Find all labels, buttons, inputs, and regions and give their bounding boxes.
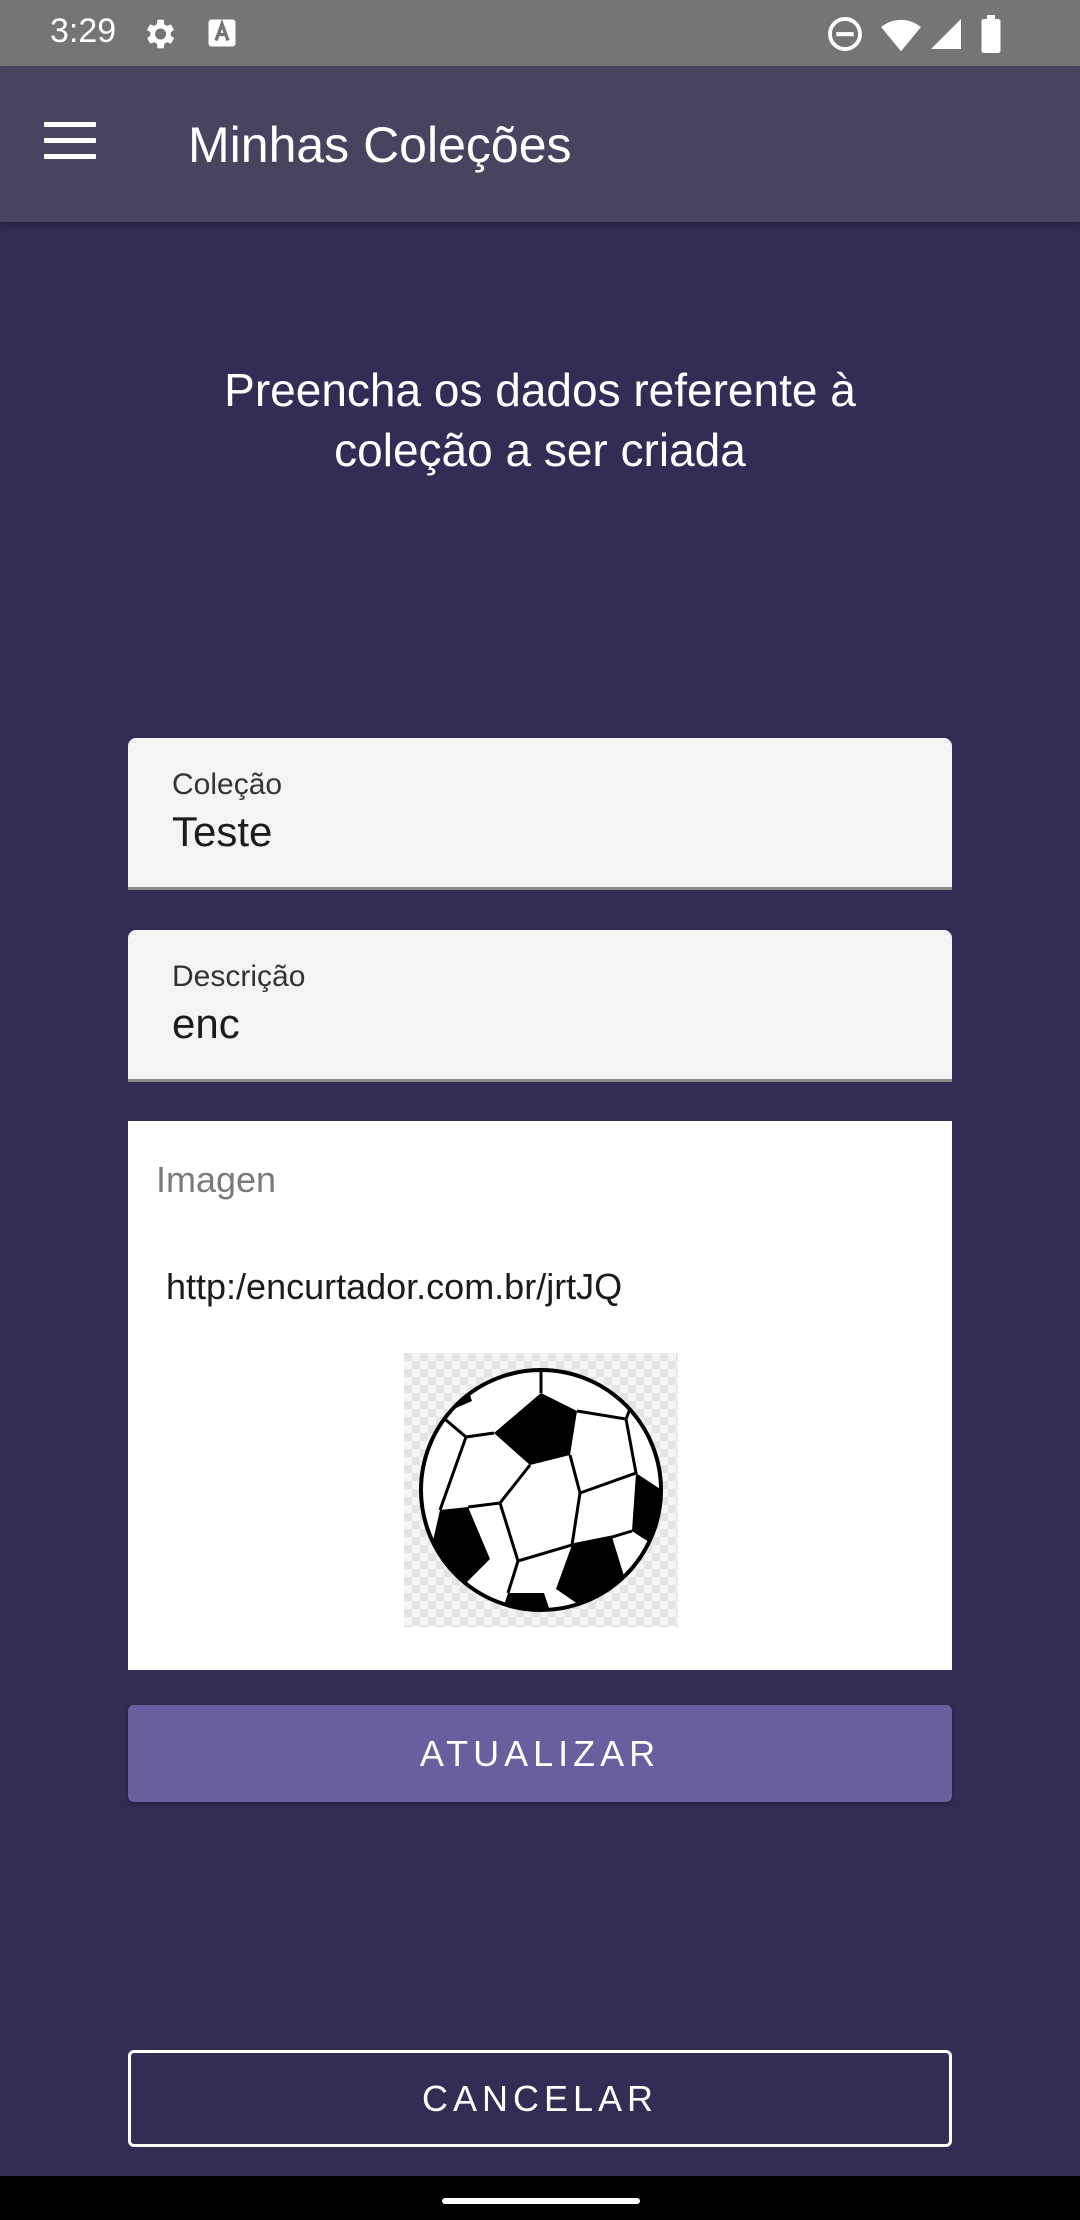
form-heading: Preencha os dados referente à coleção a … (224, 364, 856, 476)
descricao-value: enc (172, 1000, 240, 1047)
cancel-button[interactable]: CANCELAR (128, 2050, 952, 2147)
wifi-icon (881, 19, 921, 52)
soccer-ball-image (404, 1353, 678, 1627)
colecao-value: Teste (172, 808, 273, 855)
descricao-label: Descrição (172, 960, 306, 993)
menu-icon[interactable] (44, 122, 96, 162)
colecao-label: Coleção (172, 768, 283, 801)
app-title: Minhas Coleções (188, 117, 572, 173)
keyboard-icon (208, 19, 236, 47)
image-card: Imagen http:/encurtador.com.br/jrtJQ (128, 1121, 952, 1670)
update-button[interactable]: ATUALIZAR (128, 1705, 952, 1802)
colecao-field[interactable]: Coleção Teste (128, 738, 952, 890)
signal-icon (931, 19, 961, 49)
descricao-field[interactable]: Descrição enc (128, 930, 952, 1082)
settings-icon (146, 19, 175, 49)
status-bar: 3:29 (0, 0, 1080, 66)
image-url[interactable]: http:/encurtador.com.br/jrtJQ (166, 1266, 622, 1308)
status-time: 3:29 (50, 12, 117, 50)
do-not-disturb-icon (828, 17, 862, 51)
battery-icon (981, 15, 1001, 53)
home-gesture-handle[interactable] (442, 2198, 640, 2204)
app-bar: Minhas Coleções (0, 66, 1080, 222)
image-label: Imagen (156, 1159, 277, 1200)
navigation-bar (0, 2176, 1080, 2220)
